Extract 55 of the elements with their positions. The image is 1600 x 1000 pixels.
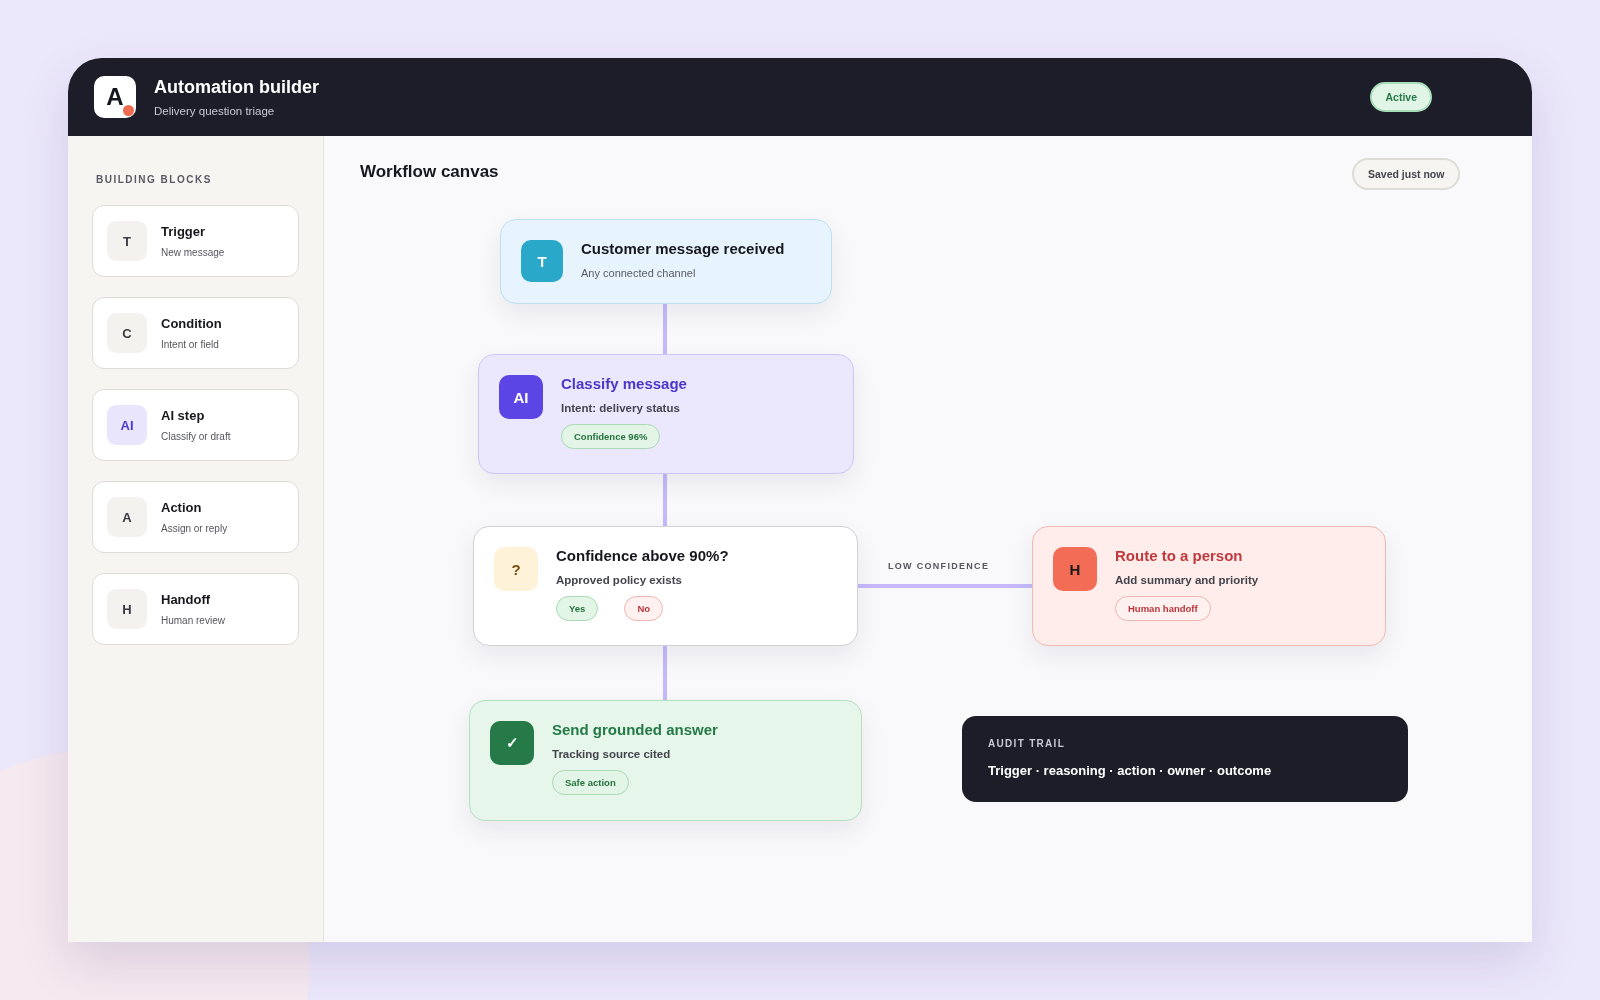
node-icon: ?	[494, 547, 538, 591]
node-tag: Confidence 96%	[561, 424, 661, 449]
node-title: Customer message received	[581, 240, 785, 257]
node-icon: ✓	[490, 721, 534, 765]
workflow-node[interactable]: T Customer message received Any connected channel	[500, 219, 832, 304]
block-icon: H	[107, 589, 147, 629]
node-tag: Safe action	[552, 770, 629, 795]
edge-label: LOW CONFIDENCE	[888, 561, 990, 571]
app-title: Automation builder	[154, 77, 320, 98]
block-title: Trigger	[161, 224, 207, 239]
block-title: Action	[161, 500, 203, 515]
block-title: Condition	[161, 316, 222, 331]
status-badge: Active	[1370, 82, 1432, 112]
app-subtitle: Delivery question triage	[154, 105, 276, 117]
node-tag: Yes	[556, 596, 599, 621]
node-title: Confidence above 90%?	[556, 547, 729, 564]
audit-text: Trigger · reasoning · action · owner · outcome	[988, 763, 1273, 778]
building-block[interactable]: H Handoff Human review	[92, 573, 299, 645]
node-subtitle: Any connected channel	[581, 267, 697, 279]
block-subtitle: Assign or reply	[161, 523, 228, 534]
block-icon: A	[107, 497, 147, 537]
node-title: Classify message	[561, 375, 687, 392]
save-status: Saved just now	[1352, 158, 1461, 190]
block-subtitle: Human review	[161, 615, 225, 626]
node-icon: AI	[499, 375, 543, 419]
block-title: AI step	[161, 408, 206, 423]
block-title: Handoff	[161, 592, 212, 607]
node-tag: Human handoff	[1115, 596, 1211, 621]
building-block[interactable]: A Action Assign or reply	[92, 481, 299, 553]
workflow-node[interactable]: ✓ Send grounded answer Tracking source cited Safe action	[469, 700, 862, 821]
app-logo: A	[94, 76, 136, 118]
building-block[interactable]: T Trigger New message	[92, 205, 299, 277]
node-icon: T	[521, 240, 563, 282]
node-title: Send grounded answer	[552, 721, 718, 738]
workflow-node[interactable]: AI Classify message Intent: delivery status Confidence 96%	[478, 354, 854, 474]
node-subtitle: Approved policy exists	[556, 574, 683, 586]
block-icon: C	[107, 313, 147, 353]
canvas-title: Workflow canvas	[360, 162, 499, 182]
node-subtitle: Intent: delivery status	[561, 402, 681, 414]
building-block[interactable]: C Condition Intent or field	[92, 297, 299, 369]
sidebar-heading: BUILDING BLOCKS	[96, 174, 213, 185]
building-block[interactable]: AI AI step Classify or draft	[92, 389, 299, 461]
block-subtitle: Intent or field	[161, 339, 220, 350]
block-subtitle: New message	[161, 247, 225, 258]
workflow-node[interactable]: H Route to a person Add summary and priority Human handoff	[1032, 526, 1386, 646]
node-icon: H	[1053, 547, 1097, 591]
node-tag: No	[624, 596, 664, 621]
workflow-node[interactable]: ? Confidence above 90%? Approved policy exists Yes No	[473, 526, 858, 646]
block-icon: T	[107, 221, 147, 261]
node-subtitle: Add summary and priority	[1115, 574, 1259, 586]
block-subtitle: Classify or draft	[161, 431, 231, 442]
node-title: Route to a person	[1115, 547, 1244, 564]
audit-heading: AUDIT TRAIL	[988, 738, 1067, 749]
node-subtitle: Tracking source cited	[552, 748, 672, 760]
block-icon: AI	[107, 405, 147, 445]
